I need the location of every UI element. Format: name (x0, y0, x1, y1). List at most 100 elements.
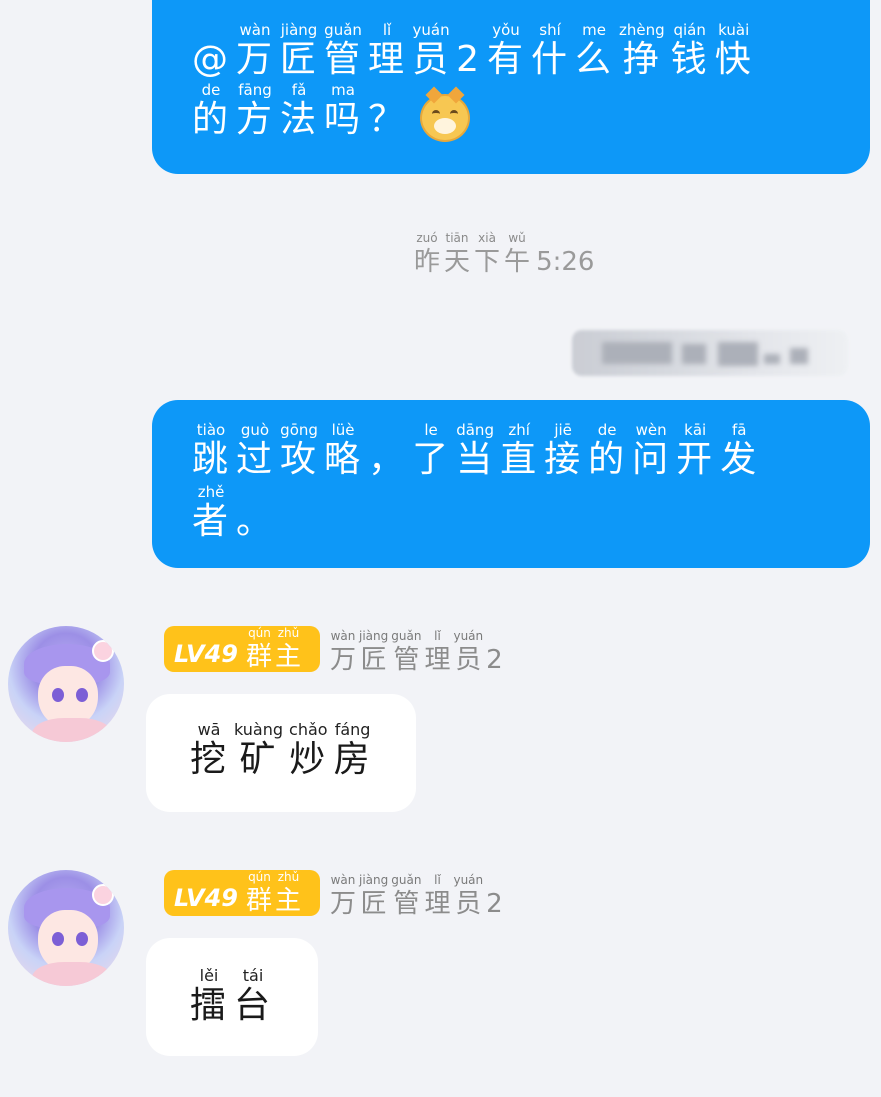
hanzi: 员 (412, 39, 451, 80)
pinyin: le (424, 421, 438, 439)
pinyin: tiào (196, 421, 226, 439)
hanzi: 理 (368, 39, 407, 80)
ruby-char: wā 挖 (190, 722, 228, 780)
sender-name[interactable]: wàn 万 jiàng 匠 guǎn 管 lǐ 理 yuán 员 2 (330, 629, 503, 676)
ruby-char: dāng 当 (456, 422, 494, 480)
pinyin: fā (731, 421, 747, 439)
hanzi: 房 (333, 739, 372, 780)
pinyin: guǎn (391, 873, 422, 887)
ruby-char: qián 钱 (671, 22, 709, 80)
pinyin: lǐ (382, 21, 392, 39)
pinyin: fǎ (291, 81, 307, 99)
ruby-char: ， (368, 422, 406, 480)
pinyin: de (597, 421, 617, 439)
level-role-badge: LV49 qún 群 zhǔ 主 (164, 870, 320, 916)
pinyin: jiàng (359, 629, 389, 643)
ruby-char: yǒu 有 (487, 22, 525, 80)
hanzi: @ (192, 39, 230, 80)
ruby-char: me 么 (575, 22, 613, 80)
ruby-char: tái 台 (234, 968, 272, 1026)
ruby-char: fáng 房 (334, 722, 372, 780)
hanzi: 擂 (190, 985, 229, 1026)
incoming-message-bubble[interactable]: wā 挖 kuàng 矿 chǎo 炒 fáng 房 (146, 694, 416, 812)
hanzi: 什 (531, 39, 570, 80)
hanzi: 昨 (414, 247, 441, 277)
outgoing-message-bubble[interactable]: @ wàn 万 jiàng 匠 guǎn 管 lǐ 理 yuán 员 2 yǒu 有 shí 什 me 么 zhèn… (152, 0, 870, 174)
ruby-char: wàn 万 (330, 630, 357, 676)
pinyin: guò (240, 421, 270, 439)
pinyin: wā (197, 720, 221, 739)
pinyin: qún (248, 626, 271, 640)
pinyin: dāng (456, 421, 494, 439)
ruby-char: shí 什 (531, 22, 569, 80)
hanzi: 挖 (190, 739, 229, 780)
message-line: @ wàn 万 jiàng 匠 guǎn 管 lǐ 理 yuán 员 2 yǒu 有 shí 什 me 么 zhèn… (192, 22, 753, 80)
message-timestamp: zuó 昨 tiān 天 xià 下 wǔ 午 5:26 (414, 231, 594, 278)
ruby-char: ma 吗 (324, 82, 362, 140)
hanzi: 接 (544, 439, 583, 480)
ruby-char: @ (192, 22, 230, 80)
sender-avatar[interactable] (8, 870, 124, 986)
message-line: tiào 跳 guò 过 gōng 攻 lüè 略， le 了 dāng 当 zhí 直 jiē 接 de 的 wè… (192, 422, 758, 480)
hanzi: 管 (393, 889, 420, 919)
sender-avatar[interactable] (8, 626, 124, 742)
hanzi: 匠 (360, 645, 387, 675)
ruby-char: de 的 (588, 422, 626, 480)
hanzi: 群 (245, 642, 273, 672)
outgoing-message-bubble[interactable]: tiào 跳 guò 过 gōng 攻 lüè 略， le 了 dāng 当 zhí 直 jiē 接 de 的 wè… (152, 400, 870, 568)
hanzi: 匠 (360, 889, 387, 919)
pinyin: qún (248, 870, 271, 884)
hanzi: 矿 (239, 739, 278, 780)
ruby-char: zhǔ 主 (274, 627, 302, 673)
level-badge: LV49 (174, 884, 238, 912)
ruby-char: zhèng 挣 (619, 22, 665, 80)
pinyin: jiàng (280, 21, 318, 39)
level-role-badge: LV49 qún 群 zhǔ 主 (164, 626, 320, 672)
pinyin: de (201, 81, 221, 99)
ruby-char: 2 (456, 22, 481, 80)
ruby-char: wèn 问 (632, 422, 670, 480)
hanzi: 法 (280, 99, 319, 140)
hanzi: 员 (455, 645, 482, 675)
pinyin: wàn (330, 873, 356, 887)
pinyin: tái (242, 966, 264, 985)
hanzi: 主 (274, 642, 302, 672)
incoming-message-bubble[interactable]: lěi 擂 tái 台 (146, 938, 318, 1056)
hanzi: 当 (456, 439, 495, 480)
hanzi: 。 (236, 501, 275, 542)
ruby-char: jiàng 匠 (359, 874, 388, 920)
hanzi: 吗 (324, 99, 363, 140)
pinyin: wèn (635, 421, 667, 439)
doge-emoji-icon (420, 86, 471, 142)
ruby-char: fā 发 (720, 422, 758, 480)
ruby-char: guǎn 管 (391, 873, 422, 920)
message-line: lěi 擂 tái 台 (190, 968, 272, 1026)
ruby-char: le 了 (412, 422, 450, 480)
hanzi: 主 (274, 886, 302, 916)
pinyin: ma (331, 81, 355, 99)
ruby-char: xià 下 (474, 232, 500, 278)
ruby-char: kāi 开 (676, 422, 714, 480)
pinyin: fáng (334, 720, 371, 739)
hanzi: 略 (324, 439, 363, 480)
ruby-char: tiān 天 (444, 232, 470, 278)
ruby-char: 。 (236, 484, 274, 542)
hanzi: ， (368, 439, 407, 480)
sender-name[interactable]: wàn 万 jiàng 匠 guǎn 管 lǐ 理 yuán 员 2 (330, 873, 503, 920)
ruby-char: zhě 者 (192, 484, 230, 542)
pinyin: lüè (331, 421, 355, 439)
hanzi: 万 (330, 645, 357, 675)
ruby-char: zhí 直 (500, 422, 538, 480)
hanzi: 的 (192, 99, 231, 140)
ruby-char: chǎo 炒 (289, 722, 328, 780)
pinyin: lǐ (434, 873, 441, 887)
ruby-char: yuán 员 (453, 874, 483, 920)
ruby-char: zuó 昨 (414, 231, 441, 278)
pinyin: zuó (416, 231, 438, 245)
pinyin: fāng (238, 81, 272, 99)
hanzi: 匠 (280, 39, 319, 80)
hanzi: 管 (324, 39, 363, 80)
role-badge: qún 群 zhǔ 主 (245, 626, 302, 673)
ruby-char: qún 群 (245, 626, 273, 673)
hanzi: 万 (330, 889, 357, 919)
